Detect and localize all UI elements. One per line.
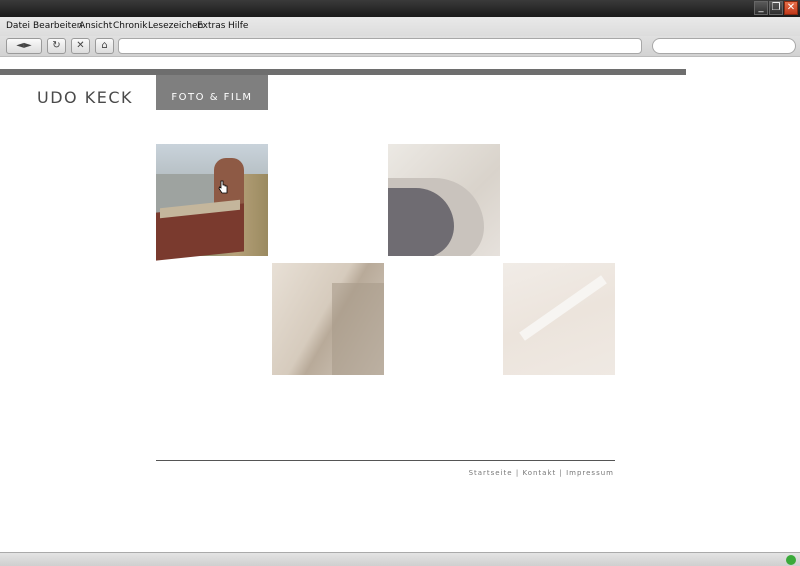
minimize-button[interactable]: _ <box>754 1 768 15</box>
menu-item-chronik[interactable]: Chronik <box>113 21 147 31</box>
header-strip <box>0 69 686 75</box>
site-brand[interactable]: UDO KECK <box>37 88 133 107</box>
menu-item-ansicht[interactable]: Ansicht <box>79 21 112 31</box>
footer-separator: | <box>559 469 563 477</box>
footer-divider <box>156 460 615 461</box>
menu-item-extras[interactable]: Extras <box>197 21 225 31</box>
photo-sky <box>156 144 268 174</box>
stop-button[interactable]: ✕ <box>71 38 90 54</box>
gallery-thumbnail-3[interactable] <box>272 263 384 375</box>
menu-bar: Datei Bearbeiten Ansicht Chronik Lesezei… <box>0 17 800 36</box>
secure-status-icon <box>786 555 796 565</box>
menu-item-bearbeiten[interactable]: Bearbeiten <box>33 21 82 31</box>
nav-tab-foto-film[interactable]: FOTO & FILM <box>156 75 268 110</box>
photo-stone-edge <box>332 283 384 375</box>
hand-cursor-icon <box>218 180 228 194</box>
search-input[interactable] <box>652 38 796 54</box>
close-button[interactable]: ✕ <box>784 1 798 15</box>
menu-item-datei[interactable]: Datei <box>6 21 30 31</box>
url-input[interactable] <box>118 38 642 54</box>
maximize-button[interactable]: ❐ <box>769 1 783 15</box>
footer-link-impressum[interactable]: Impressum <box>566 469 614 477</box>
forward-arrow-icon[interactable]: ► <box>24 40 32 51</box>
menu-item-hilfe[interactable]: Hilfe <box>228 21 248 31</box>
page-content: UDO KECK FOTO & FILM Startseite | Kontak… <box>0 58 800 552</box>
status-bar <box>0 552 800 566</box>
title-bar: _ ❐ ✕ <box>0 0 800 17</box>
back-forward-button[interactable]: ◄► <box>6 38 42 54</box>
menu-item-lesezeichen[interactable]: Lesezeichen <box>148 21 203 31</box>
footer-link-kontakt[interactable]: Kontakt <box>522 469 556 477</box>
back-arrow-icon[interactable]: ◄ <box>16 40 24 51</box>
footer-separator: | <box>515 469 520 477</box>
footer-link-startseite[interactable]: Startseite <box>469 469 513 477</box>
gallery-thumbnail-2[interactable] <box>388 144 500 256</box>
navigation-toolbar: ◄► ↻ ✕ ⌂ <box>0 36 800 57</box>
photo-light-streak <box>519 275 607 341</box>
home-button[interactable]: ⌂ <box>95 38 114 54</box>
gallery-thumbnail-1[interactable] <box>156 144 268 261</box>
reload-button[interactable]: ↻ <box>47 38 66 54</box>
footer-links: Startseite | Kontakt | Impressum <box>469 469 614 477</box>
gallery-thumbnail-4[interactable] <box>503 263 615 375</box>
